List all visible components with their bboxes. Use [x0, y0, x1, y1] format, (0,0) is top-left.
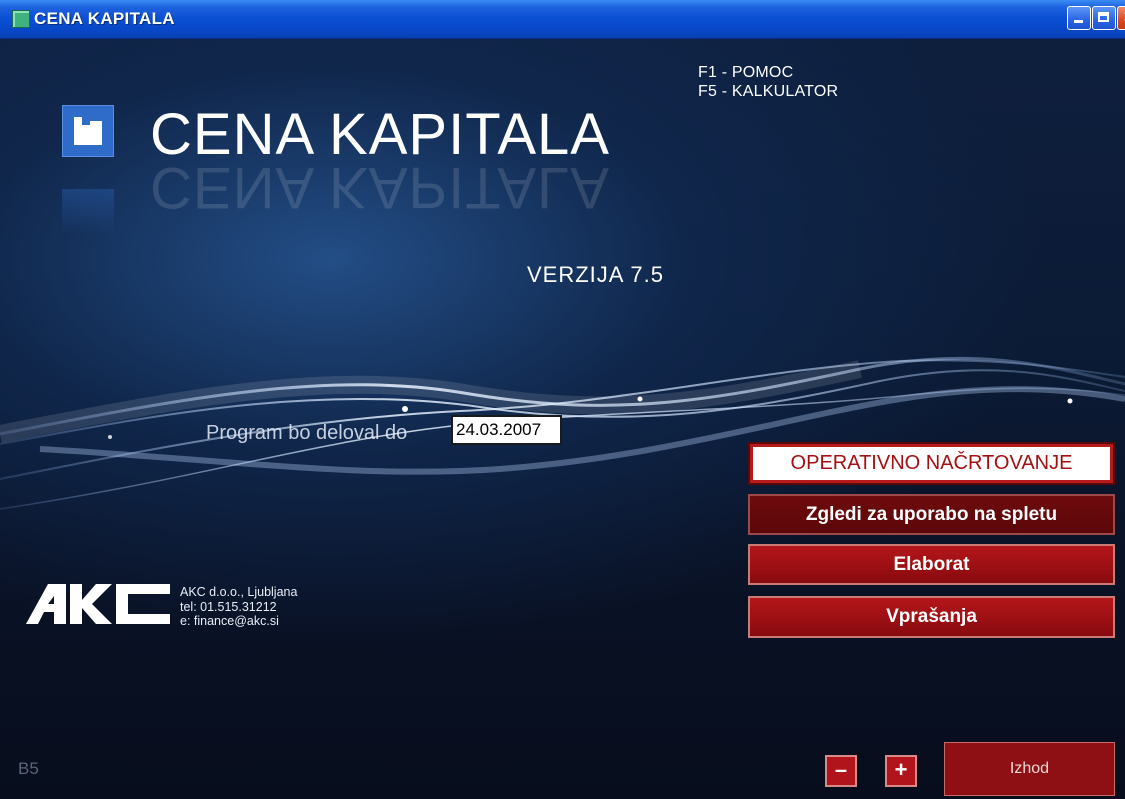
zoom-out-button[interactable]: –	[825, 755, 857, 787]
company-name: AKC d.o.o., Ljubljana	[180, 585, 298, 599]
title-bar[interactable]: CENA KAPITALA ✕	[0, 0, 1125, 39]
vprasanja-button[interactable]: Vprašanja	[748, 596, 1115, 638]
company-email: e: finance@akc.si	[180, 614, 279, 628]
maximize-icon	[1093, 7, 1115, 29]
menu-label: Vprašanja	[886, 606, 977, 627]
minimize-icon	[1068, 7, 1090, 29]
exit-label: Izhod	[1009, 760, 1050, 777]
maximize-button[interactable]	[1092, 6, 1116, 30]
exit-button[interactable]: Izhod	[944, 742, 1115, 796]
zoom-in-button[interactable]: +	[885, 755, 917, 787]
menu-label: Elaborat	[893, 553, 970, 575]
build-label: B5	[18, 759, 39, 778]
app-logo-icon	[62, 105, 114, 157]
menu-label: OPERATIVNO NAČRTOVANJE	[790, 452, 1073, 474]
minimize-button[interactable]	[1067, 6, 1091, 30]
close-button[interactable]: ✕	[1117, 6, 1125, 30]
operativno-nacrtovanje-button[interactable]: OPERATIVNO NAČRTOVANJE	[748, 442, 1115, 485]
close-icon: ✕	[1118, 7, 1125, 29]
calculator-shortcut: F5 - KALKULATOR	[698, 83, 839, 100]
version-label: VERZIJA 7.5	[527, 262, 664, 287]
elaborat-button[interactable]: Elaborat	[748, 544, 1115, 585]
company-phone: tel: 01.515.31212	[180, 600, 277, 614]
app-icon	[12, 10, 30, 28]
zgledi-button[interactable]: Zgledi za uporabo na spletu	[748, 494, 1115, 535]
help-shortcut: F1 - POMOC	[698, 64, 794, 81]
main-panel: F1 - POMOC F5 - KALKULATOR CENA KAPITALA…	[0, 39, 1125, 799]
menu-label: Zgledi za uporabo na spletu	[805, 503, 1058, 525]
akc-logo	[26, 584, 170, 624]
app-logo-reflection	[62, 189, 114, 233]
app-name-reflection: CENA KAPITALA	[150, 161, 610, 220]
app-window: CENA KAPITALA ✕ F1	[0, 0, 1125, 799]
expiry-label: Program bo deloval do	[206, 422, 408, 444]
app-name-heading: CENA KAPITALA	[150, 102, 610, 167]
window-title: CENA KAPITALA	[34, 9, 175, 28]
expiry-date-field[interactable]	[451, 415, 562, 445]
